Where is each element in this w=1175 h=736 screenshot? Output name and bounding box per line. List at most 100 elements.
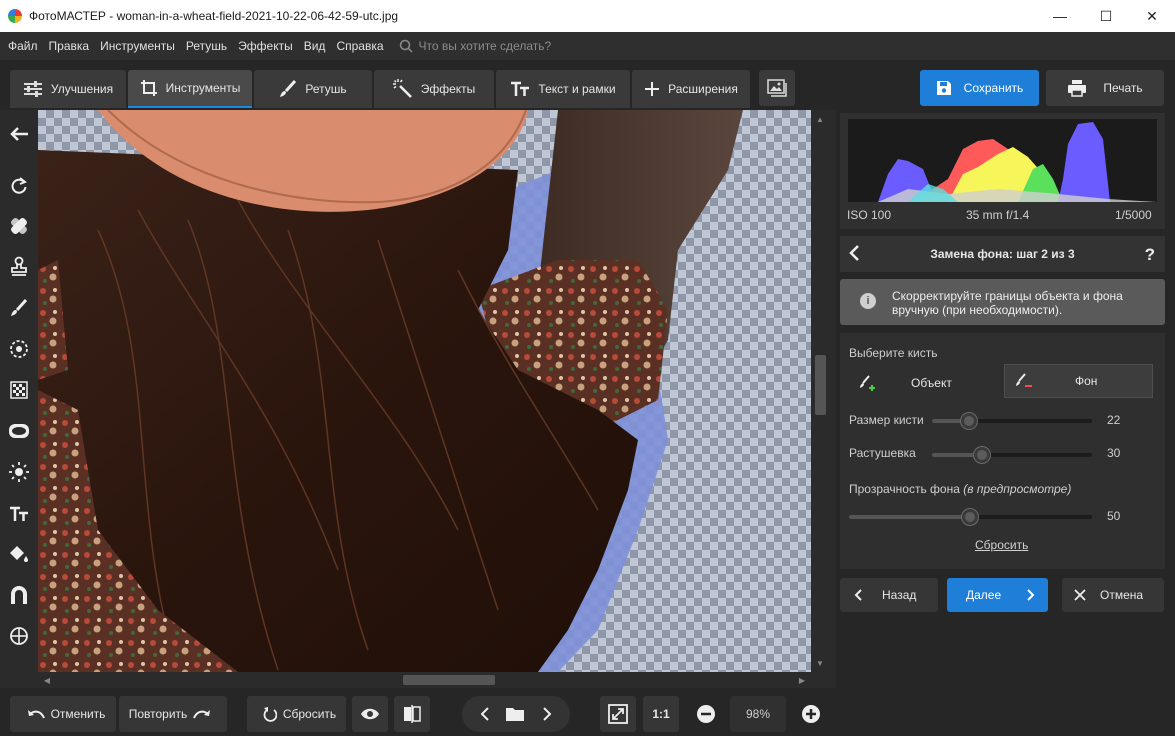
- close-button[interactable]: ✕: [1129, 0, 1175, 32]
- cancel-button[interactable]: Отмена: [1062, 578, 1164, 612]
- tool-magnet[interactable]: [0, 579, 38, 611]
- tab-label: Расширения: [668, 82, 738, 96]
- undo-button[interactable]: Отменить: [10, 696, 116, 732]
- brush-panel: Выберите кисть Объект Фон Размер кисти 2…: [840, 333, 1165, 569]
- brush-section-label: Выберите кисть: [849, 346, 938, 360]
- back-button[interactable]: Назад: [840, 578, 938, 612]
- photo-canvas[interactable]: [38, 110, 811, 672]
- tab-retouch[interactable]: Ретушь: [254, 70, 372, 108]
- menu-edit[interactable]: Правка: [49, 39, 90, 53]
- fill-icon: [10, 546, 28, 562]
- search-icon: [399, 39, 413, 53]
- tab-label: Инструменты: [165, 81, 241, 95]
- horizontal-scroll-thumb[interactable]: [403, 675, 495, 685]
- menu-view[interactable]: Вид: [304, 39, 326, 53]
- tab-text-frames[interactable]: Текст и рамки: [496, 70, 630, 108]
- brush-size-slider[interactable]: [932, 413, 1092, 429]
- redo-button[interactable]: Повторить: [119, 696, 227, 732]
- title-bar: ФотоМАСТЕР - woman-in-a-wheat-field-2021…: [0, 0, 1175, 32]
- text-icon: [10, 506, 28, 521]
- plus-icon: [645, 82, 660, 96]
- brush-size-label: Размер кисти: [849, 413, 924, 427]
- histogram-graph: [848, 119, 1157, 202]
- step-header: Замена фона: шаг 2 из 3 ?: [840, 236, 1165, 272]
- histogram-lens: 35 mm f/1.4: [966, 208, 1030, 222]
- opacity-knob[interactable]: [962, 509, 978, 525]
- tool-brush[interactable]: [0, 292, 38, 324]
- globe-icon: [10, 627, 28, 645]
- preview-eye-button[interactable]: [352, 696, 388, 732]
- menu-help[interactable]: Справка: [336, 39, 383, 53]
- reset-button[interactable]: Сбросить: [247, 696, 346, 732]
- tab-label: Текст и рамки: [538, 82, 616, 96]
- vertical-scroll-thumb[interactable]: [815, 355, 826, 415]
- histogram-panel: ISO 100 35 mm f/1.4 1/5000: [840, 113, 1165, 229]
- next-file-icon[interactable]: [541, 707, 553, 721]
- histogram-iso: ISO 100: [847, 208, 892, 222]
- image-gallery-button[interactable]: [759, 70, 795, 106]
- save-button[interactable]: Сохранить: [920, 70, 1039, 106]
- menu-retouch[interactable]: Ретушь: [186, 39, 227, 53]
- maximize-button[interactable]: ☐: [1083, 0, 1129, 32]
- reset-brush-link[interactable]: Сбросить: [975, 538, 1028, 552]
- brush-size-value: 22: [1107, 413, 1121, 427]
- help-icon[interactable]: ?: [1145, 245, 1155, 265]
- chevron-right-icon: [1027, 589, 1035, 601]
- scroll-right-icon[interactable]: ▶: [795, 673, 809, 687]
- tool-vignette[interactable]: [0, 415, 38, 447]
- background-brush-button[interactable]: Фон: [1004, 364, 1153, 398]
- fit-screen-button[interactable]: [600, 696, 636, 732]
- print-button[interactable]: Печать: [1046, 70, 1164, 106]
- tool-stamp[interactable]: [0, 250, 38, 282]
- scroll-down-icon[interactable]: ▼: [813, 656, 827, 670]
- menu-effects[interactable]: Эффекты: [238, 39, 293, 53]
- next-button[interactable]: Далее: [947, 578, 1048, 612]
- tab-enhancements[interactable]: Улучшения: [10, 70, 126, 108]
- menu-file[interactable]: Файл: [8, 39, 38, 53]
- redo-icon: [193, 710, 211, 719]
- scroll-up-icon[interactable]: ▲: [813, 112, 827, 126]
- folder-icon[interactable]: [505, 706, 527, 722]
- opacity-slider[interactable]: [849, 509, 1092, 525]
- horizontal-scrollbar[interactable]: ◀ ▶: [38, 673, 813, 687]
- feather-knob[interactable]: [974, 447, 990, 463]
- print-label: Печать: [1103, 81, 1143, 95]
- tool-fill[interactable]: [0, 538, 38, 570]
- tool-back[interactable]: [0, 118, 38, 150]
- tool-text[interactable]: [0, 498, 38, 530]
- tab-extensions[interactable]: Расширения: [632, 70, 750, 108]
- actual-size-button[interactable]: 1:1: [643, 696, 679, 732]
- back-label: Назад: [882, 588, 917, 602]
- undo-icon: [27, 710, 45, 719]
- zoom-out-button[interactable]: [688, 696, 724, 732]
- vertical-scrollbar[interactable]: ▲ ▼: [813, 110, 828, 672]
- redo-label: Повторить: [128, 707, 188, 721]
- tool-radial[interactable]: [0, 333, 38, 365]
- minimize-button[interactable]: —: [1037, 0, 1083, 32]
- tool-light[interactable]: [0, 456, 38, 488]
- tab-effects[interactable]: Эффекты: [374, 70, 494, 108]
- object-brush-button[interactable]: Объект: [849, 366, 999, 400]
- tool-globe[interactable]: [0, 620, 38, 652]
- back-arrow-icon: [10, 127, 28, 141]
- menu-tools[interactable]: Инструменты: [100, 39, 175, 53]
- prev-file-icon[interactable]: [479, 707, 491, 721]
- zoom-in-button[interactable]: [793, 696, 829, 732]
- tab-label: Улучшения: [50, 82, 114, 96]
- zoom-level[interactable]: 98%: [730, 696, 786, 732]
- compare-button[interactable]: [394, 696, 430, 732]
- zoom-in-icon: [802, 705, 820, 723]
- tool-gradient[interactable]: [0, 374, 38, 406]
- feather-label: Растушевка: [849, 446, 916, 460]
- feather-value: 30: [1107, 446, 1121, 460]
- feather-slider[interactable]: [932, 447, 1092, 463]
- chevron-left-icon: [854, 589, 862, 601]
- brush-size-knob[interactable]: [961, 413, 977, 429]
- menu-search[interactable]: Что вы хотите сделать?: [399, 39, 551, 53]
- background-brush-icon: [1016, 373, 1032, 387]
- tool-rotate[interactable]: [0, 170, 38, 202]
- tool-healing[interactable]: [0, 210, 38, 242]
- tab-tools[interactable]: Инструменты: [128, 70, 252, 108]
- magnet-icon: [11, 586, 27, 604]
- scroll-left-icon[interactable]: ◀: [40, 673, 54, 687]
